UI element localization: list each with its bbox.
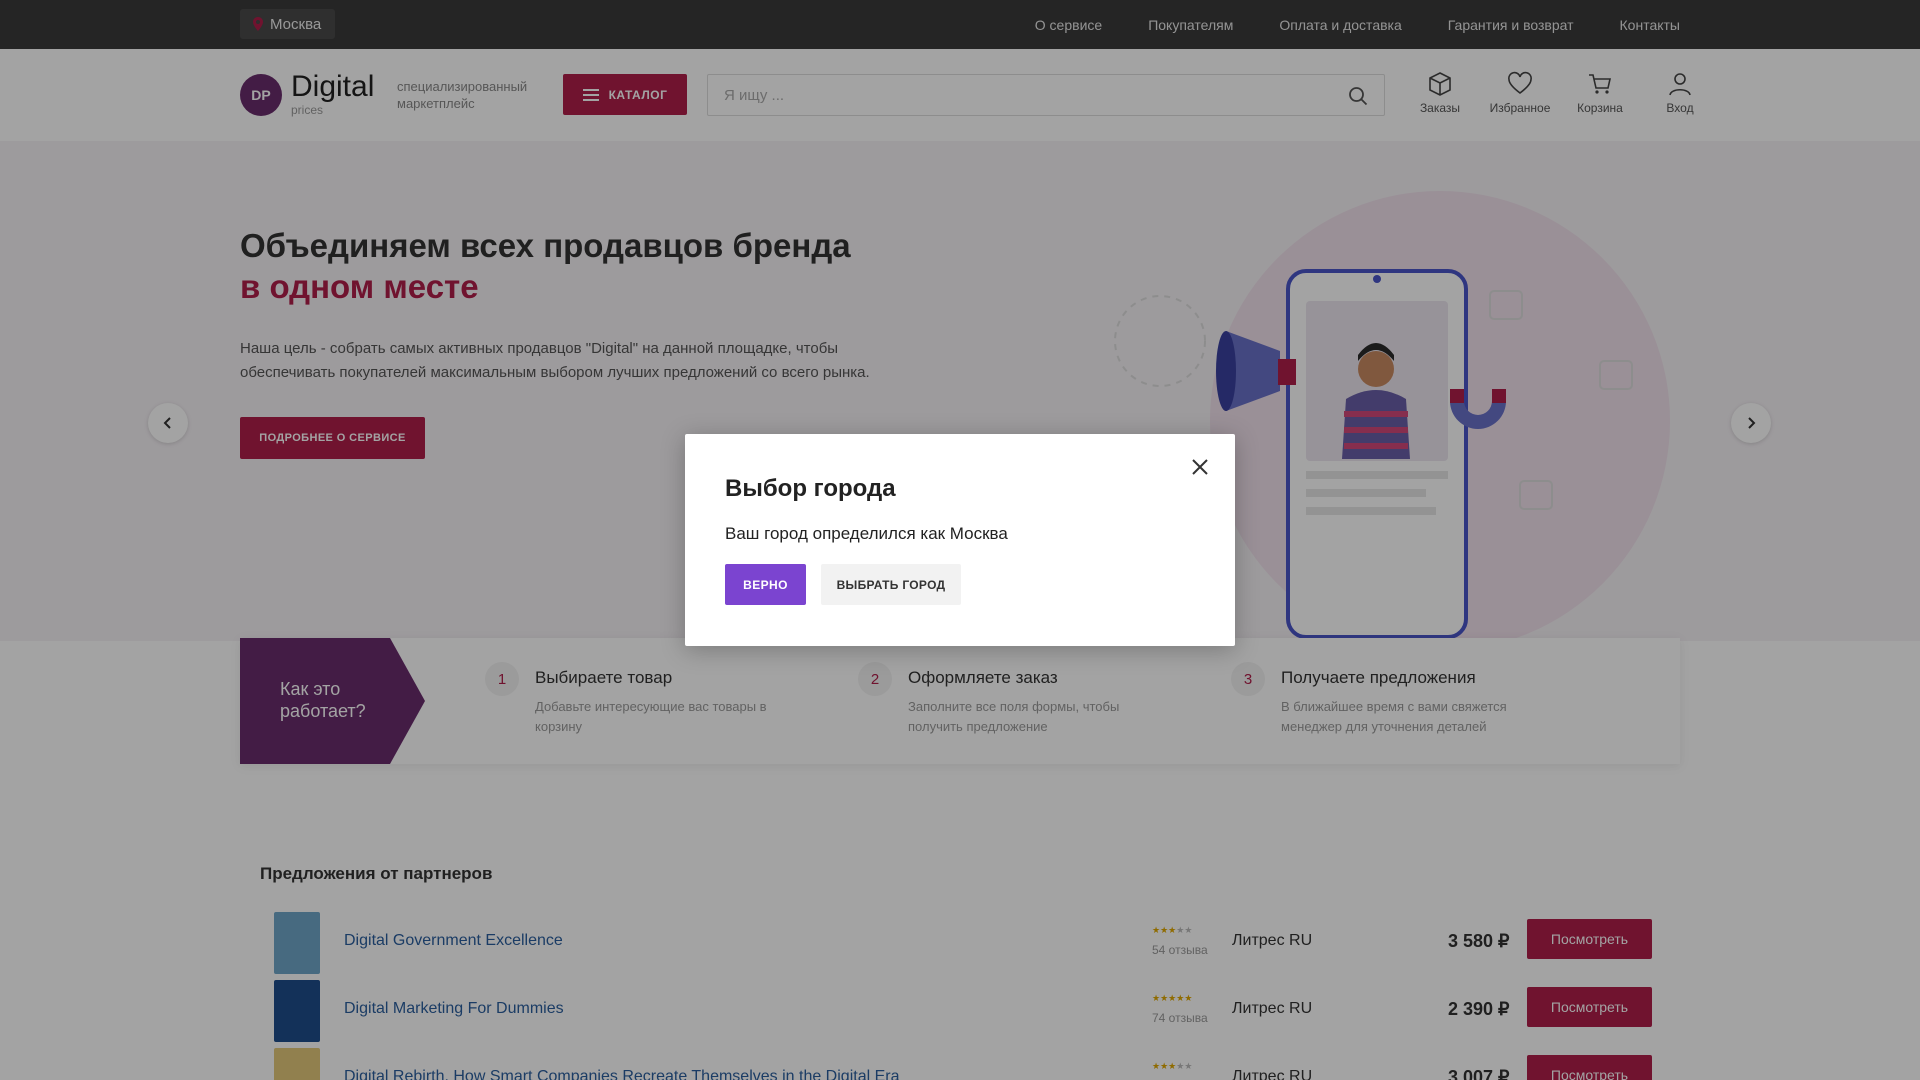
confirm-city-button[interactable]: ВЕРНО — [725, 564, 806, 605]
choose-city-button[interactable]: ВЫБРАТЬ ГОРОД — [821, 564, 961, 605]
city-modal: Выбор города Ваш город определился как М… — [685, 434, 1235, 646]
modal-title: Выбор города — [725, 475, 896, 502]
modal-text: Ваш город определился как Москва — [725, 524, 1008, 543]
close-icon[interactable] — [1189, 456, 1211, 478]
